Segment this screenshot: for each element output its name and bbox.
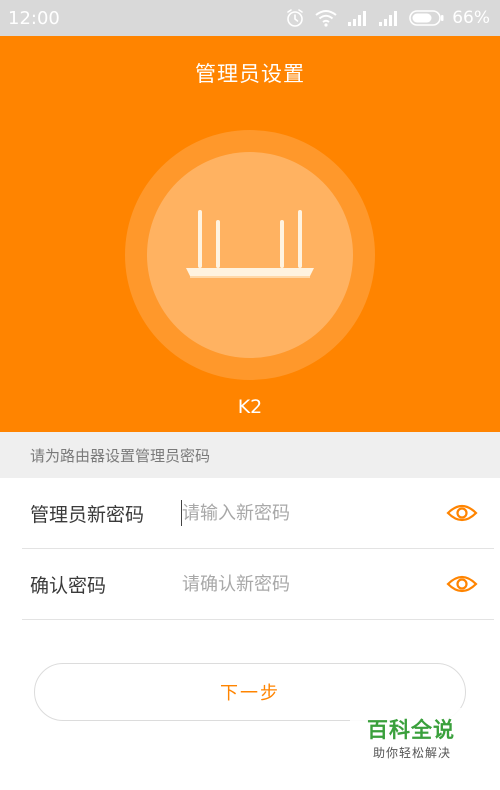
wifi-icon (314, 9, 338, 27)
watermark-title: 百科全说 (367, 718, 455, 742)
device-name: K2 (237, 396, 263, 418)
confirm-password-row: 确认密码 (22, 549, 494, 620)
watermark-subtitle: 助你轻松解决 (373, 746, 452, 760)
header: 管理员设置 K2 (0, 36, 500, 432)
alarm-icon (285, 8, 305, 28)
eye-icon[interactable] (446, 572, 478, 600)
eye-icon[interactable] (446, 501, 478, 529)
status-bar: 12:00 66% (0, 0, 500, 36)
signal-icon (378, 10, 400, 26)
watermark-logo: 百科全说 助你轻松解决 (350, 708, 500, 768)
status-time: 12:00 (8, 7, 60, 29)
status-icons: 66% (285, 8, 490, 28)
hint-text: 请为路由器设置管理员密码 (0, 432, 500, 478)
new-password-row: 管理员新密码 (22, 478, 494, 549)
confirm-password-label: 确认密码 (30, 574, 107, 597)
battery-percent: 66% (452, 8, 490, 28)
new-password-label: 管理员新密码 (30, 503, 145, 526)
page-title: 管理员设置 (195, 62, 305, 86)
signal-icon (347, 10, 369, 26)
battery-icon (409, 9, 445, 27)
confirm-password-input[interactable] (182, 564, 422, 604)
router-icon (182, 206, 318, 320)
new-password-input[interactable] (182, 493, 422, 533)
